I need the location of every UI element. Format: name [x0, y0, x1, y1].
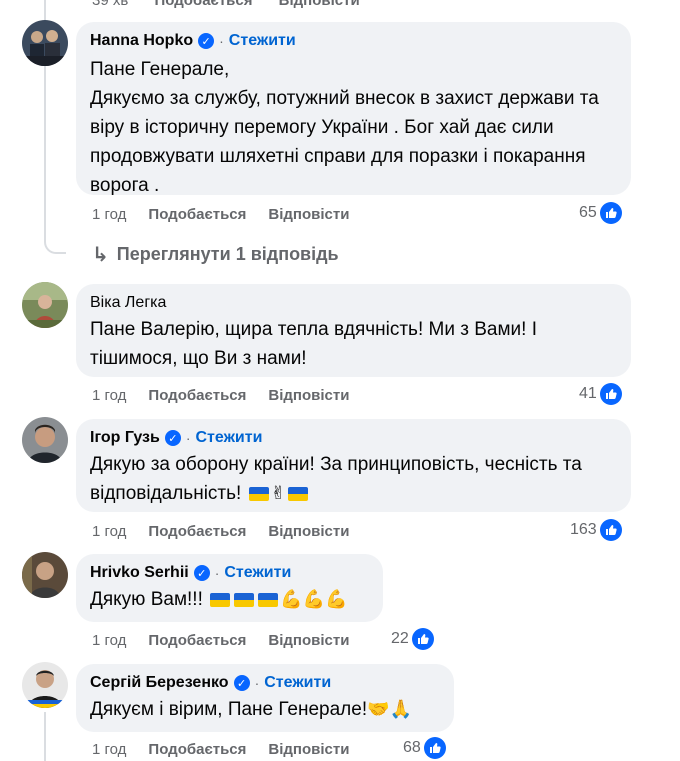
comment-bubble: Hrivko Serhii ✓ · Стежити Дякую Вам!!! 💪… [76, 554, 383, 622]
like-button[interactable]: Подобається [148, 741, 246, 758]
reaction-count[interactable]: 65 [579, 202, 622, 224]
avatar[interactable] [22, 282, 68, 328]
flexed-biceps-emoji: 💪 [302, 589, 325, 610]
comment-text: Пане Валерію, щира тепла вдячність! Ми з… [90, 319, 543, 369]
separator-dot: · [254, 675, 260, 691]
comment-time[interactable]: 1 год [92, 206, 126, 223]
thumbs-up-icon [599, 383, 622, 405]
ukraine-flag-emoji [248, 486, 269, 501]
comment-text: Дякую за оборону країни! За принциповіст… [90, 450, 617, 508]
author-name[interactable]: Hanna Hopko [90, 32, 193, 50]
author-name[interactable]: Ігор Гузь [90, 429, 160, 447]
previous-comment-actions: 39 хв Подобається Відповісти [92, 0, 360, 9]
follow-button[interactable]: Стежити [264, 674, 331, 692]
comment-bubble: Hanna Hopko ✓ · Стежити Пане Генерале, Д… [76, 22, 631, 196]
ukraine-flag-emoji [210, 592, 231, 607]
ukraine-flag-emoji [287, 486, 308, 501]
verified-badge-icon: ✓ [193, 565, 210, 581]
victory-hand-emoji: ✌ [270, 483, 286, 504]
separator-dot: · [219, 33, 224, 49]
comment-bubble: Віка Легка Пане Валерію, щира тепла вдяч… [76, 284, 631, 377]
like-button[interactable]: Подобається [148, 387, 246, 404]
comment-time[interactable]: 1 год [92, 632, 126, 649]
comment-bubble: Ігор Гузь ✓ · Стежити Дякую за оборону к… [76, 419, 631, 512]
reaction-count[interactable]: 163 [570, 519, 622, 541]
author-name[interactable]: Віка Легка [90, 294, 166, 312]
folded-hands-emoji: 🙏 [389, 699, 412, 720]
avatar[interactable] [22, 20, 68, 66]
separator-dot: · [214, 565, 220, 581]
avatar[interactable] [22, 552, 68, 598]
verified-badge-icon: ✓ [164, 430, 181, 446]
comment-actions: 1 год Подобається Відповісти [92, 521, 371, 541]
ukraine-flag-emoji [234, 592, 255, 607]
like-button[interactable]: Подобається [148, 523, 246, 540]
verified-badge-icon: ✓ [198, 33, 215, 49]
comment-actions: 1 год Подобається Відповісти [92, 385, 371, 405]
comment-bubble: Сергій Березенко ✓ · Стежити Дякуєм і ві… [76, 664, 454, 732]
comment-actions: 1 год Подобається Відповісти [92, 739, 371, 759]
reply-button[interactable]: Відповісти [268, 206, 349, 223]
comment-actions: 1 год Подобається Відповісти [92, 204, 371, 224]
follow-button[interactable]: Стежити [224, 564, 291, 582]
author-name[interactable]: Сергій Березенко [90, 674, 229, 692]
thumbs-up-icon [423, 737, 446, 759]
verified-badge-icon: ✓ [233, 675, 250, 691]
follow-button[interactable]: Стежити [229, 32, 296, 50]
reply-button[interactable]: Відповісти [268, 632, 349, 649]
ukraine-flag-emoji [258, 592, 279, 607]
thumbs-up-icon [599, 202, 622, 224]
comment-time[interactable]: 1 год [92, 387, 126, 404]
author-name[interactable]: Hrivko Serhii [90, 564, 189, 582]
comment-text: Дякуєм і вірим, Пане Генерале!🤝🙏 [90, 695, 440, 724]
reply-button[interactable]: Відповісти [268, 523, 349, 540]
reaction-count[interactable]: 41 [579, 383, 622, 405]
flexed-biceps-emoji: 💪 [280, 589, 303, 610]
avatar[interactable] [22, 662, 68, 708]
thread-curve [44, 220, 66, 254]
handshake-emoji: 🤝 [367, 699, 390, 720]
reply-button[interactable]: Відповісти [268, 387, 349, 404]
like-button[interactable]: Подобається [148, 206, 246, 223]
reply-arrow-icon: ↳ [92, 244, 109, 266]
comment-time[interactable]: 1 год [92, 523, 126, 540]
comment-text: Пане Генерале, Дякуємо за службу, потужн… [90, 59, 599, 196]
comment-actions: 1 год Подобається Відповісти [92, 630, 371, 650]
thumbs-up-icon [411, 628, 434, 650]
comment-time[interactable]: 1 год [92, 741, 126, 758]
view-replies-link[interactable]: ↳ Переглянути 1 відповідь [92, 242, 339, 267]
separator-dot: · [185, 430, 191, 446]
like-button[interactable]: Подобається [148, 632, 246, 649]
reply-button[interactable]: Відповісти [268, 741, 349, 758]
follow-button[interactable]: Стежити [196, 429, 263, 447]
flexed-biceps-emoji: 💪 [324, 589, 348, 610]
reaction-count[interactable]: 68 [403, 737, 446, 759]
avatar[interactable] [22, 417, 68, 463]
reaction-count[interactable]: 22 [391, 628, 434, 650]
thread-line [44, 712, 46, 761]
thumbs-up-icon [599, 519, 622, 541]
comment-text: Дякую Вам!!! 💪💪💪 [90, 585, 369, 614]
